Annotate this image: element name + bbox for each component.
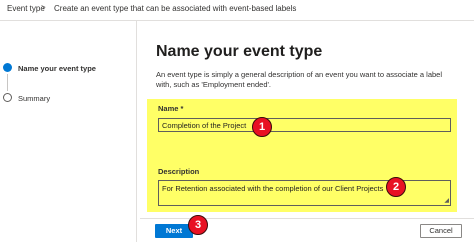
resize-grip-icon[interactable]: ◢ bbox=[444, 198, 449, 204]
description-value: For Retention associated with the comple… bbox=[162, 184, 384, 193]
description-field-label: Description bbox=[158, 167, 200, 176]
page-title: Name your event type bbox=[156, 43, 323, 60]
description-textarea[interactable]: For Retention associated with the comple… bbox=[158, 180, 451, 206]
steps-divider bbox=[136, 20, 137, 242]
cancel-button[interactable]: Cancel bbox=[420, 224, 462, 238]
step-name-your-event-type[interactable]: Name your event type bbox=[18, 64, 96, 73]
step-inactive-icon bbox=[3, 93, 12, 102]
callout-2-badge: 2 bbox=[386, 177, 406, 197]
breadcrumb-current: Create an event type that can be associa… bbox=[54, 4, 297, 13]
callout-3-badge: 3 bbox=[188, 215, 208, 235]
chevron-right-icon: > bbox=[41, 3, 46, 12]
wizard-steps: Name your event type Summary bbox=[0, 20, 140, 242]
page-description: An event type is simply a general descri… bbox=[156, 70, 442, 89]
breadcrumb-event-type-link[interactable]: Event type bbox=[7, 4, 45, 13]
callout-1-badge: 1 bbox=[252, 117, 272, 137]
name-input[interactable]: Completion of the Project bbox=[158, 118, 451, 132]
step-summary[interactable]: Summary bbox=[18, 94, 50, 103]
step-connector bbox=[7, 74, 8, 91]
breadcrumb: Event type > Create an event type that c… bbox=[0, 0, 474, 21]
step-active-icon bbox=[3, 63, 12, 72]
name-field-label: Name * bbox=[158, 104, 184, 113]
